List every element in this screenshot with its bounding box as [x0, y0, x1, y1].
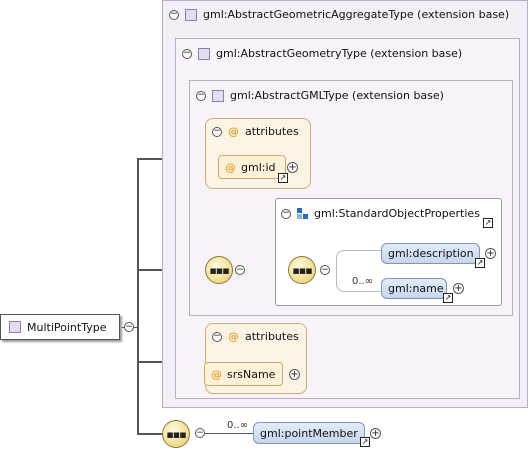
sequence-icon: ▪▪▪ — [292, 263, 312, 277]
expand-icon[interactable]: + — [287, 162, 298, 173]
type-square-icon — [9, 321, 21, 333]
collapse-icon[interactable]: − — [195, 428, 205, 438]
collapse-icon[interactable]: − — [196, 90, 206, 101]
attribute-label: srsName — [227, 367, 276, 381]
element-gml-name[interactable]: gml:name — [381, 278, 447, 299]
attribute-icon: @ — [228, 330, 239, 343]
attribute-srs-name[interactable]: @ srsName — [204, 362, 283, 386]
sequence-compositor[interactable]: ▪▪▪ — [162, 420, 190, 448]
attributes-label: attributes — [245, 330, 299, 343]
type-square-icon — [185, 8, 197, 21]
extension-label: gml:AbstractGeometricAggregateType (exte… — [203, 8, 510, 21]
collapse-icon[interactable]: − — [212, 331, 222, 342]
element-label: gml:description — [388, 247, 474, 260]
shortcut-icon[interactable]: ↗ — [483, 218, 493, 228]
collapse-icon[interactable]: − — [212, 126, 222, 137]
element-label: gml:name — [388, 282, 444, 295]
connector-seq2 — [137, 433, 163, 435]
extension-label: gml:AbstractGeometryType (extension base… — [216, 47, 463, 60]
expand-icon[interactable]: + — [370, 428, 381, 439]
connector-member — [205, 433, 253, 434]
group-icon — [297, 208, 308, 219]
collapse-icon[interactable]: − — [124, 322, 134, 332]
sequence-icon: ▪▪▪ — [166, 427, 186, 441]
element-gml-description[interactable]: gml:description — [381, 243, 480, 264]
cardinality-label: 0..∞ — [227, 420, 249, 431]
attribute-icon: @ — [228, 125, 239, 138]
expand-icon[interactable]: + — [485, 248, 496, 259]
group-label: gml:StandardObjectProperties — [314, 207, 480, 220]
extension-label: gml:AbstractGMLType (extension base) — [230, 89, 444, 102]
connector-trunk — [137, 158, 139, 433]
sequence-compositor[interactable]: ▪▪▪ — [288, 256, 316, 284]
type-square-icon — [212, 89, 224, 102]
collapse-icon[interactable]: − — [281, 208, 291, 219]
expand-icon[interactable]: + — [453, 283, 464, 294]
attribute-icon: @ — [211, 367, 222, 381]
attributes-label: attributes — [245, 125, 299, 138]
root-label: MultiPointType — [27, 320, 107, 334]
shortcut-icon[interactable]: ↗ — [443, 293, 453, 303]
collapse-icon[interactable]: − — [182, 48, 192, 59]
sequence-compositor[interactable]: ▪▪▪ — [205, 256, 233, 284]
root-type-multipoint[interactable]: MultiPointType — [0, 314, 120, 340]
attribute-gml-id[interactable]: @ gml:id — [218, 155, 286, 179]
sequence-icon: ▪▪▪ — [209, 263, 229, 277]
collapse-icon[interactable]: − — [235, 265, 245, 275]
shortcut-icon[interactable]: ↗ — [278, 173, 288, 183]
collapse-icon[interactable]: − — [320, 265, 330, 275]
element-gml-point-member[interactable]: gml:pointMember — [253, 422, 365, 444]
cardinality-label: 0..∞ — [352, 276, 374, 287]
shortcut-icon[interactable]: ↗ — [360, 437, 370, 447]
collapse-icon[interactable]: − — [169, 9, 179, 20]
type-square-icon — [198, 47, 210, 60]
attribute-label: gml:id — [241, 160, 276, 174]
element-label: gml:pointMember — [260, 426, 358, 440]
expand-icon[interactable]: + — [289, 369, 300, 380]
attribute-icon: @ — [225, 160, 236, 174]
shortcut-icon[interactable]: ↗ — [475, 258, 485, 268]
